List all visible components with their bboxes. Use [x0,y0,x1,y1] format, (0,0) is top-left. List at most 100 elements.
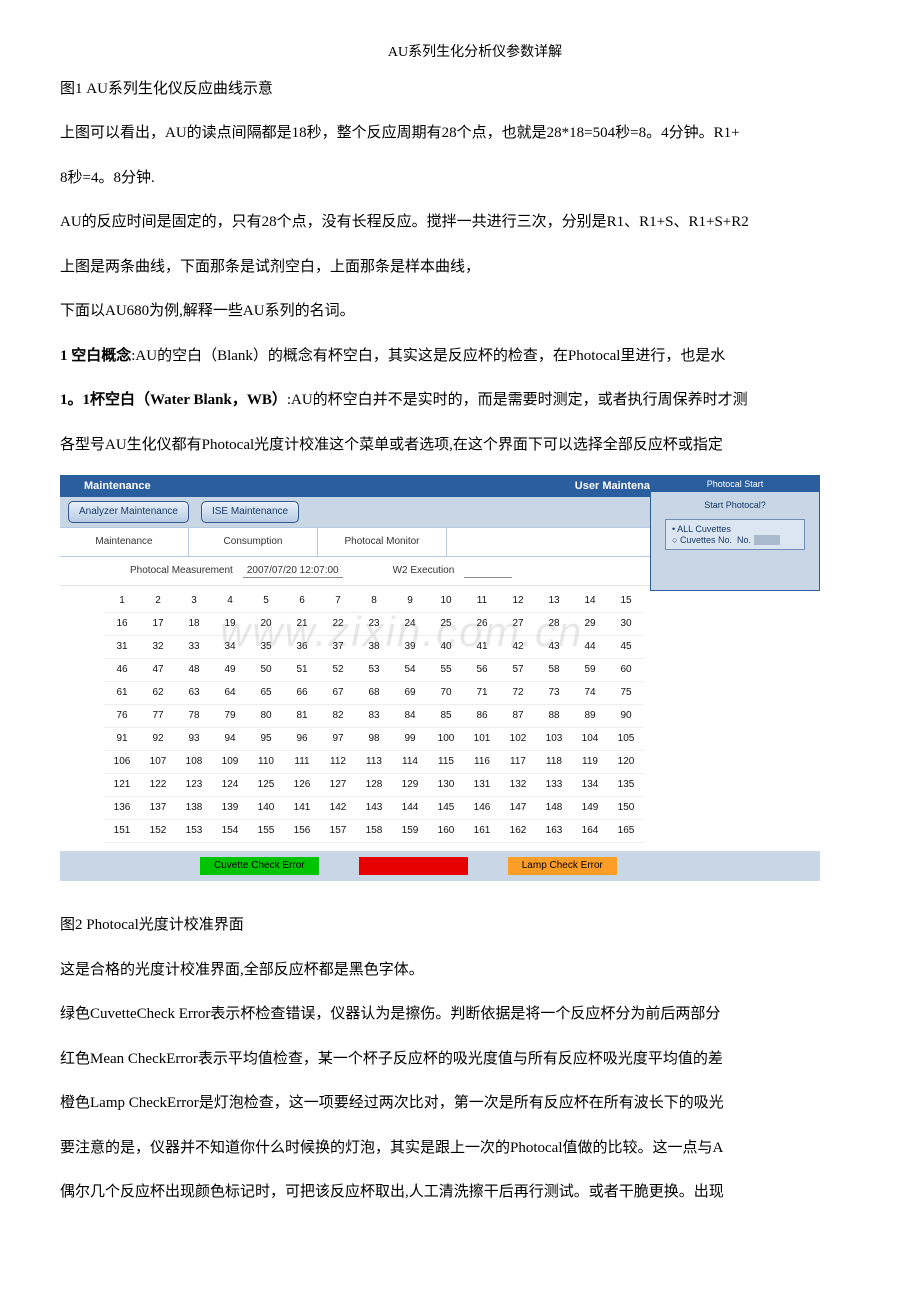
cuvette-cell[interactable]: 64 [212,682,248,705]
cuvette-cell[interactable]: 163 [536,820,572,843]
cuvette-cell[interactable]: 30 [608,613,644,636]
cuvette-cell[interactable]: 99 [392,728,428,751]
cuvette-cell[interactable]: 65 [248,682,284,705]
cuvette-cell[interactable]: 149 [572,797,608,820]
cuvette-cell[interactable]: 101 [464,728,500,751]
cuvette-cell[interactable]: 88 [536,705,572,728]
cuvette-cell[interactable]: 147 [500,797,536,820]
cuvette-cell[interactable]: 4 [212,590,248,613]
cuvette-cell[interactable]: 16 [104,613,140,636]
cuvette-cell[interactable]: 79 [212,705,248,728]
cuvette-cell[interactable]: 93 [176,728,212,751]
tab-consumption[interactable]: Consumption [189,528,318,556]
cuvette-cell[interactable]: 157 [320,820,356,843]
cuvette-cell[interactable]: 110 [248,751,284,774]
cuvette-cell[interactable]: 155 [248,820,284,843]
cuvette-cell[interactable]: 138 [176,797,212,820]
cuvette-cell[interactable]: 14 [572,590,608,613]
cuvette-cell[interactable]: 21 [284,613,320,636]
cuvette-cell[interactable]: 20 [248,613,284,636]
cuvette-cell[interactable]: 160 [428,820,464,843]
cuvette-cell[interactable]: 22 [320,613,356,636]
cuvette-cell[interactable]: 12 [500,590,536,613]
cuvette-cell[interactable]: 15 [608,590,644,613]
cuvette-cell[interactable]: 140 [248,797,284,820]
cuvette-cell[interactable]: 61 [104,682,140,705]
cuvette-cell[interactable]: 102 [500,728,536,751]
cuvette-cell[interactable]: 85 [428,705,464,728]
cuvette-cell[interactable]: 95 [248,728,284,751]
cuvette-cell[interactable]: 36 [284,636,320,659]
cuvette-cell[interactable]: 86 [464,705,500,728]
analyzer-maintenance-button[interactable]: Analyzer Maintenance [68,501,189,523]
cuvette-cell[interactable]: 2 [140,590,176,613]
cuvette-cell[interactable]: 73 [536,682,572,705]
cuvette-cell[interactable]: 161 [464,820,500,843]
cuvette-cell[interactable]: 32 [140,636,176,659]
cuvette-cell[interactable]: 115 [428,751,464,774]
cuvette-cell[interactable]: 59 [572,659,608,682]
cuvette-cell[interactable]: 127 [320,774,356,797]
cuvette-cell[interactable]: 143 [356,797,392,820]
cuvette-cell[interactable]: 71 [464,682,500,705]
cuvette-cell[interactable]: 144 [392,797,428,820]
tab-maintenance[interactable]: Maintenance [60,528,189,556]
cuvette-cell[interactable]: 145 [428,797,464,820]
cuvette-cell[interactable]: 142 [320,797,356,820]
cuvette-cell[interactable]: 151 [104,820,140,843]
cuvette-cell[interactable]: 122 [140,774,176,797]
cuvette-cell[interactable]: 137 [140,797,176,820]
cuvette-cell[interactable]: 46 [104,659,140,682]
cuvette-cell[interactable]: 53 [356,659,392,682]
cuvette-cell[interactable]: 11 [464,590,500,613]
cuvette-cell[interactable]: 47 [140,659,176,682]
cuvette-cell[interactable]: 90 [608,705,644,728]
cuvette-cell[interactable]: 1 [104,590,140,613]
cuvette-cell[interactable]: 78 [176,705,212,728]
cuvette-cell[interactable]: 50 [248,659,284,682]
cuvette-cell[interactable]: 26 [464,613,500,636]
cuvette-cell[interactable]: 13 [536,590,572,613]
cuvette-cell[interactable]: 8 [356,590,392,613]
cuvette-cell[interactable]: 156 [284,820,320,843]
cuvette-cell[interactable]: 118 [536,751,572,774]
cuvette-cell[interactable]: 148 [536,797,572,820]
cuvette-cell[interactable]: 105 [608,728,644,751]
option-cuvettes-no[interactable]: ○ Cuvettes No. No. [672,535,798,546]
cuvette-cell[interactable]: 31 [104,636,140,659]
cuvette-cell[interactable]: 74 [572,682,608,705]
cuvette-cell[interactable]: 97 [320,728,356,751]
cuvette-cell[interactable]: 57 [500,659,536,682]
cuvette-cell[interactable]: 75 [608,682,644,705]
cuvette-cell[interactable]: 44 [572,636,608,659]
cuvette-cell[interactable]: 48 [176,659,212,682]
cuvette-cell[interactable]: 111 [284,751,320,774]
cuvette-cell[interactable]: 112 [320,751,356,774]
cuvette-cell[interactable]: 98 [356,728,392,751]
cuvette-cell[interactable]: 45 [608,636,644,659]
cuvette-cell[interactable]: 56 [464,659,500,682]
cuvette-cell[interactable]: 63 [176,682,212,705]
cuvette-cell[interactable]: 164 [572,820,608,843]
cuvette-cell[interactable]: 3 [176,590,212,613]
cuvette-cell[interactable]: 106 [104,751,140,774]
cuvette-cell[interactable]: 18 [176,613,212,636]
cuvette-cell[interactable]: 43 [536,636,572,659]
cuvette-cell[interactable]: 87 [500,705,536,728]
cuvette-cell[interactable]: 28 [536,613,572,636]
cuvette-cell[interactable]: 17 [140,613,176,636]
cuvette-cell[interactable]: 77 [140,705,176,728]
cuvette-cell[interactable]: 92 [140,728,176,751]
cuvette-cell[interactable]: 113 [356,751,392,774]
cuvette-cell[interactable]: 37 [320,636,356,659]
cuvette-cell[interactable]: 29 [572,613,608,636]
cuvette-cell[interactable]: 83 [356,705,392,728]
cuvette-cell[interactable]: 114 [392,751,428,774]
cuvette-cell[interactable]: 51 [284,659,320,682]
cuvette-cell[interactable]: 5 [248,590,284,613]
cuvette-cell[interactable]: 35 [248,636,284,659]
cuvette-cell[interactable]: 133 [536,774,572,797]
cuvette-cell[interactable]: 128 [356,774,392,797]
cuvette-cell[interactable]: 126 [284,774,320,797]
cuvette-cell[interactable]: 27 [500,613,536,636]
